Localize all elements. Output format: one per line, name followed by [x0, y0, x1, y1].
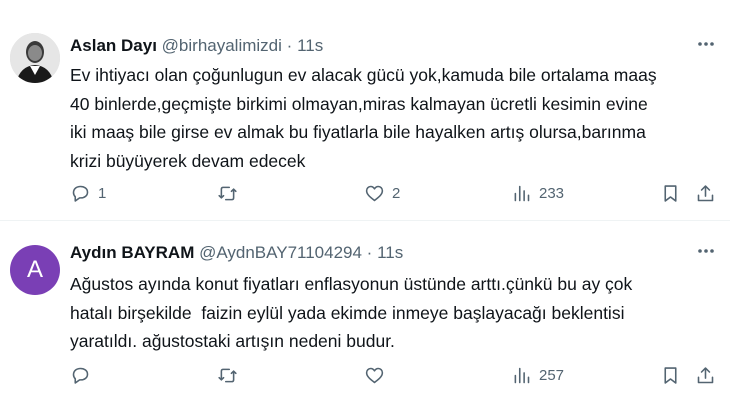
tweet-header: Aydın BAYRAM @AydnBAY71104294 · 11s	[70, 243, 403, 263]
heart-icon	[365, 367, 384, 383]
view-count: 257	[539, 366, 565, 384]
more-horizontal-icon	[698, 42, 714, 46]
retweet-button[interactable]	[217, 181, 245, 205]
reply-button[interactable]	[70, 363, 98, 387]
timestamp[interactable]: 11s	[297, 36, 323, 55]
more-horizontal-icon	[698, 249, 714, 253]
share-button[interactable]	[695, 181, 716, 205]
retweet-button[interactable]	[217, 363, 245, 387]
tweet-text-line: Ev ihtiyacı olan çoğunlugun ev alacak gü…	[70, 65, 657, 85]
views-button[interactable]: 233	[511, 181, 564, 205]
share-button[interactable]	[695, 363, 716, 387]
reply-count: 1	[98, 184, 107, 202]
more-options-button[interactable]	[696, 34, 716, 59]
author-name[interactable]: Aslan Dayı	[70, 36, 157, 55]
profile-photo-icon	[10, 33, 60, 83]
tweet-actions: 1 2 233	[0, 181, 730, 205]
tweet-text-line: Ağustos ayında konut fiyatları enflasyon…	[70, 274, 633, 294]
views-chart-icon	[514, 185, 530, 201]
author-name[interactable]: Aydın BAYRAM	[70, 243, 194, 262]
views-button[interactable]: 257	[511, 363, 564, 387]
reply-button[interactable]: 1	[70, 181, 106, 205]
view-count: 233	[539, 184, 565, 202]
bookmark-icon	[664, 366, 677, 384]
share-icon	[697, 366, 714, 383]
tweet-text-line: hatalı birşekilde faizin eylül yada ekim…	[70, 302, 625, 323]
heart-icon	[365, 185, 384, 201]
more-options-button[interactable]	[696, 241, 716, 266]
bookmark-button[interactable]	[660, 181, 681, 205]
tweet-text-line: 40 binlerde,geçmişte birkimi olmayan,mir…	[70, 93, 648, 114]
avatar[interactable]	[10, 33, 60, 83]
author-handle[interactable]: @birhayalimizdi	[162, 36, 282, 55]
tweet-text: Ağustos ayında konut fiyatları enflasyon…	[70, 270, 720, 356]
reply-icon	[72, 367, 89, 384]
retweet-icon	[218, 368, 237, 382]
author-handle[interactable]: @AydnBAY71104294	[199, 243, 362, 262]
tweet-aslan-dayi[interactable]: Aslan Dayı @birhayalimizdi · 11s Ev ihti…	[0, 0, 730, 220]
bookmark-icon	[664, 184, 677, 202]
avatar[interactable]: A	[10, 245, 60, 295]
views-chart-icon	[514, 367, 530, 383]
timestamp[interactable]: 11s	[377, 243, 403, 262]
tweet-text-line: krizi büyüyerek devam edecek	[70, 150, 306, 171]
like-button[interactable]: 2	[364, 181, 400, 205]
separator-dot: ·	[366, 243, 373, 262]
like-button[interactable]	[364, 363, 392, 387]
share-icon	[697, 184, 714, 201]
tweet-text-line: yaratıldı. ağustostaki artışın nedeni bu…	[70, 331, 395, 351]
tweet-header: Aslan Dayı @birhayalimizdi · 11s	[70, 36, 323, 56]
tweet-text-line: iki maaş bile girse ev almak bu fiyatlar…	[70, 122, 646, 142]
retweet-icon	[218, 186, 237, 200]
bookmark-button[interactable]	[660, 363, 681, 387]
like-count: 2	[392, 184, 401, 202]
avatar-letter: A	[26, 256, 43, 283]
tweet-text: Ev ihtiyacı olan çoğunlugun ev alacak gü…	[70, 61, 720, 175]
separator-dot: ·	[286, 36, 293, 55]
reply-icon	[72, 185, 89, 202]
tweet-aydin-bayram[interactable]: A Aydın BAYRAM @AydnBAY71104294 · 11s Ağ…	[0, 221, 730, 420]
tweet-actions: 257	[0, 363, 730, 387]
